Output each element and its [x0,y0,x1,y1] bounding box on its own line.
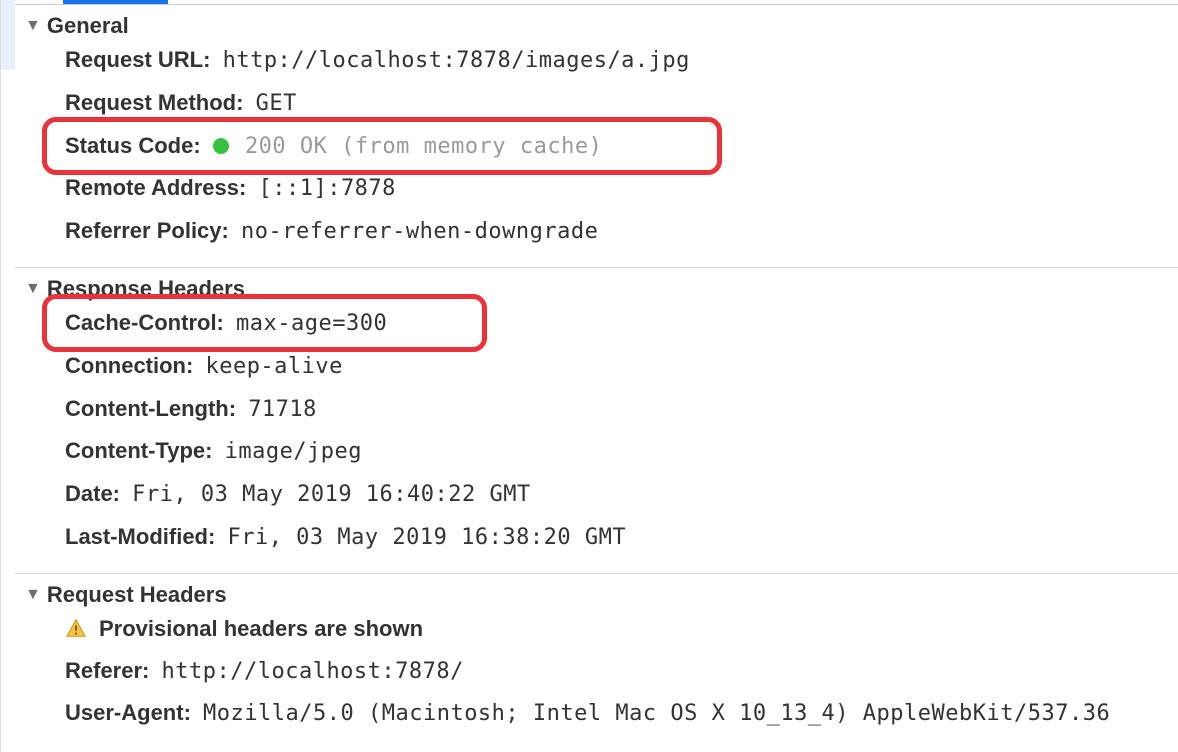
status-dot-icon [213,138,229,154]
label-request-method: Request Method: [65,90,243,115]
row-cache-control: Cache-Control: max-age=300 [65,302,1178,345]
section-request-headers: ▼ Request Headers Provisional headers ar… [15,574,1178,749]
section-response-headers: ▼ Response Headers Cache-Control: max-ag… [15,268,1178,574]
row-content-type: Content-Type: image/jpeg [65,430,1178,473]
section-response-headers-title: Response Headers [47,276,245,302]
active-tab-indicator [63,0,168,4]
value-request-url: http://localhost:7878/images/a.jpg [217,48,690,73]
label-connection: Connection: [65,353,193,378]
label-referer: Referer: [65,658,149,683]
value-referer: http://localhost:7878/ [156,659,464,684]
row-referer: Referer: http://localhost:7878/ [65,650,1178,693]
row-status-code: Status Code: 200 OK (from memory cache) [65,125,1178,168]
row-remote-address: Remote Address: [::1]:7878 [65,167,1178,210]
disclosure-triangle-icon: ▼ [25,586,41,604]
warning-triangle-icon [65,618,87,640]
disclosure-triangle-icon: ▼ [25,280,41,298]
row-provisional-warning: Provisional headers are shown [15,608,1178,650]
value-content-type: image/jpeg [219,439,362,464]
label-content-type: Content-Type: [65,438,212,463]
label-user-agent: User-Agent: [65,700,191,725]
value-date: Fri, 03 May 2019 16:40:22 GMT [126,482,531,507]
row-request-url: Request URL: http://localhost:7878/image… [65,39,1178,82]
provisional-headers-warning: Provisional headers are shown [99,608,423,650]
tab-strip [15,0,1178,5]
row-date: Date: Fri, 03 May 2019 16:40:22 GMT [65,473,1178,516]
value-status-code: 200 OK (from memory cache) [239,134,602,159]
section-general-title: General [47,13,129,39]
value-content-length: 71718 [242,397,317,422]
left-selection-strip [1,0,15,70]
disclosure-triangle-icon: ▼ [25,17,41,35]
value-connection: keep-alive [199,354,342,379]
value-cache-control: max-age=300 [230,311,387,336]
label-date: Date: [65,481,120,506]
section-request-headers-title: Request Headers [47,582,227,608]
row-request-method: Request Method: GET [65,82,1178,125]
row-user-agent: User-Agent: Mozilla/5.0 (Macintosh; Inte… [65,692,1178,735]
label-cache-control: Cache-Control: [65,310,224,335]
row-last-modified: Last-Modified: Fri, 03 May 2019 16:38:20… [65,516,1178,559]
label-content-length: Content-Length: [65,396,236,421]
section-response-headers-header[interactable]: ▼ Response Headers [15,276,1178,302]
value-last-modified: Fri, 03 May 2019 16:38:20 GMT [221,525,626,550]
label-referrer-policy: Referrer Policy: [65,218,229,243]
row-content-length: Content-Length: 71718 [65,388,1178,431]
label-last-modified: Last-Modified: [65,524,215,549]
value-user-agent: Mozilla/5.0 (Macintosh; Intel Mac OS X 1… [197,701,1110,726]
value-remote-address: [::1]:7878 [252,176,395,201]
section-general: ▼ General Request URL: http://localhost:… [15,5,1178,268]
section-general-header[interactable]: ▼ General [15,13,1178,39]
label-remote-address: Remote Address: [65,175,246,200]
value-referrer-policy: no-referrer-when-downgrade [235,219,598,244]
label-request-url: Request URL: [65,47,210,72]
value-request-method: GET [250,91,297,116]
row-referrer-policy: Referrer Policy: no-referrer-when-downgr… [65,210,1178,253]
section-request-headers-header[interactable]: ▼ Request Headers [15,582,1178,608]
row-connection: Connection: keep-alive [65,345,1178,388]
label-status-code: Status Code: [65,133,201,158]
